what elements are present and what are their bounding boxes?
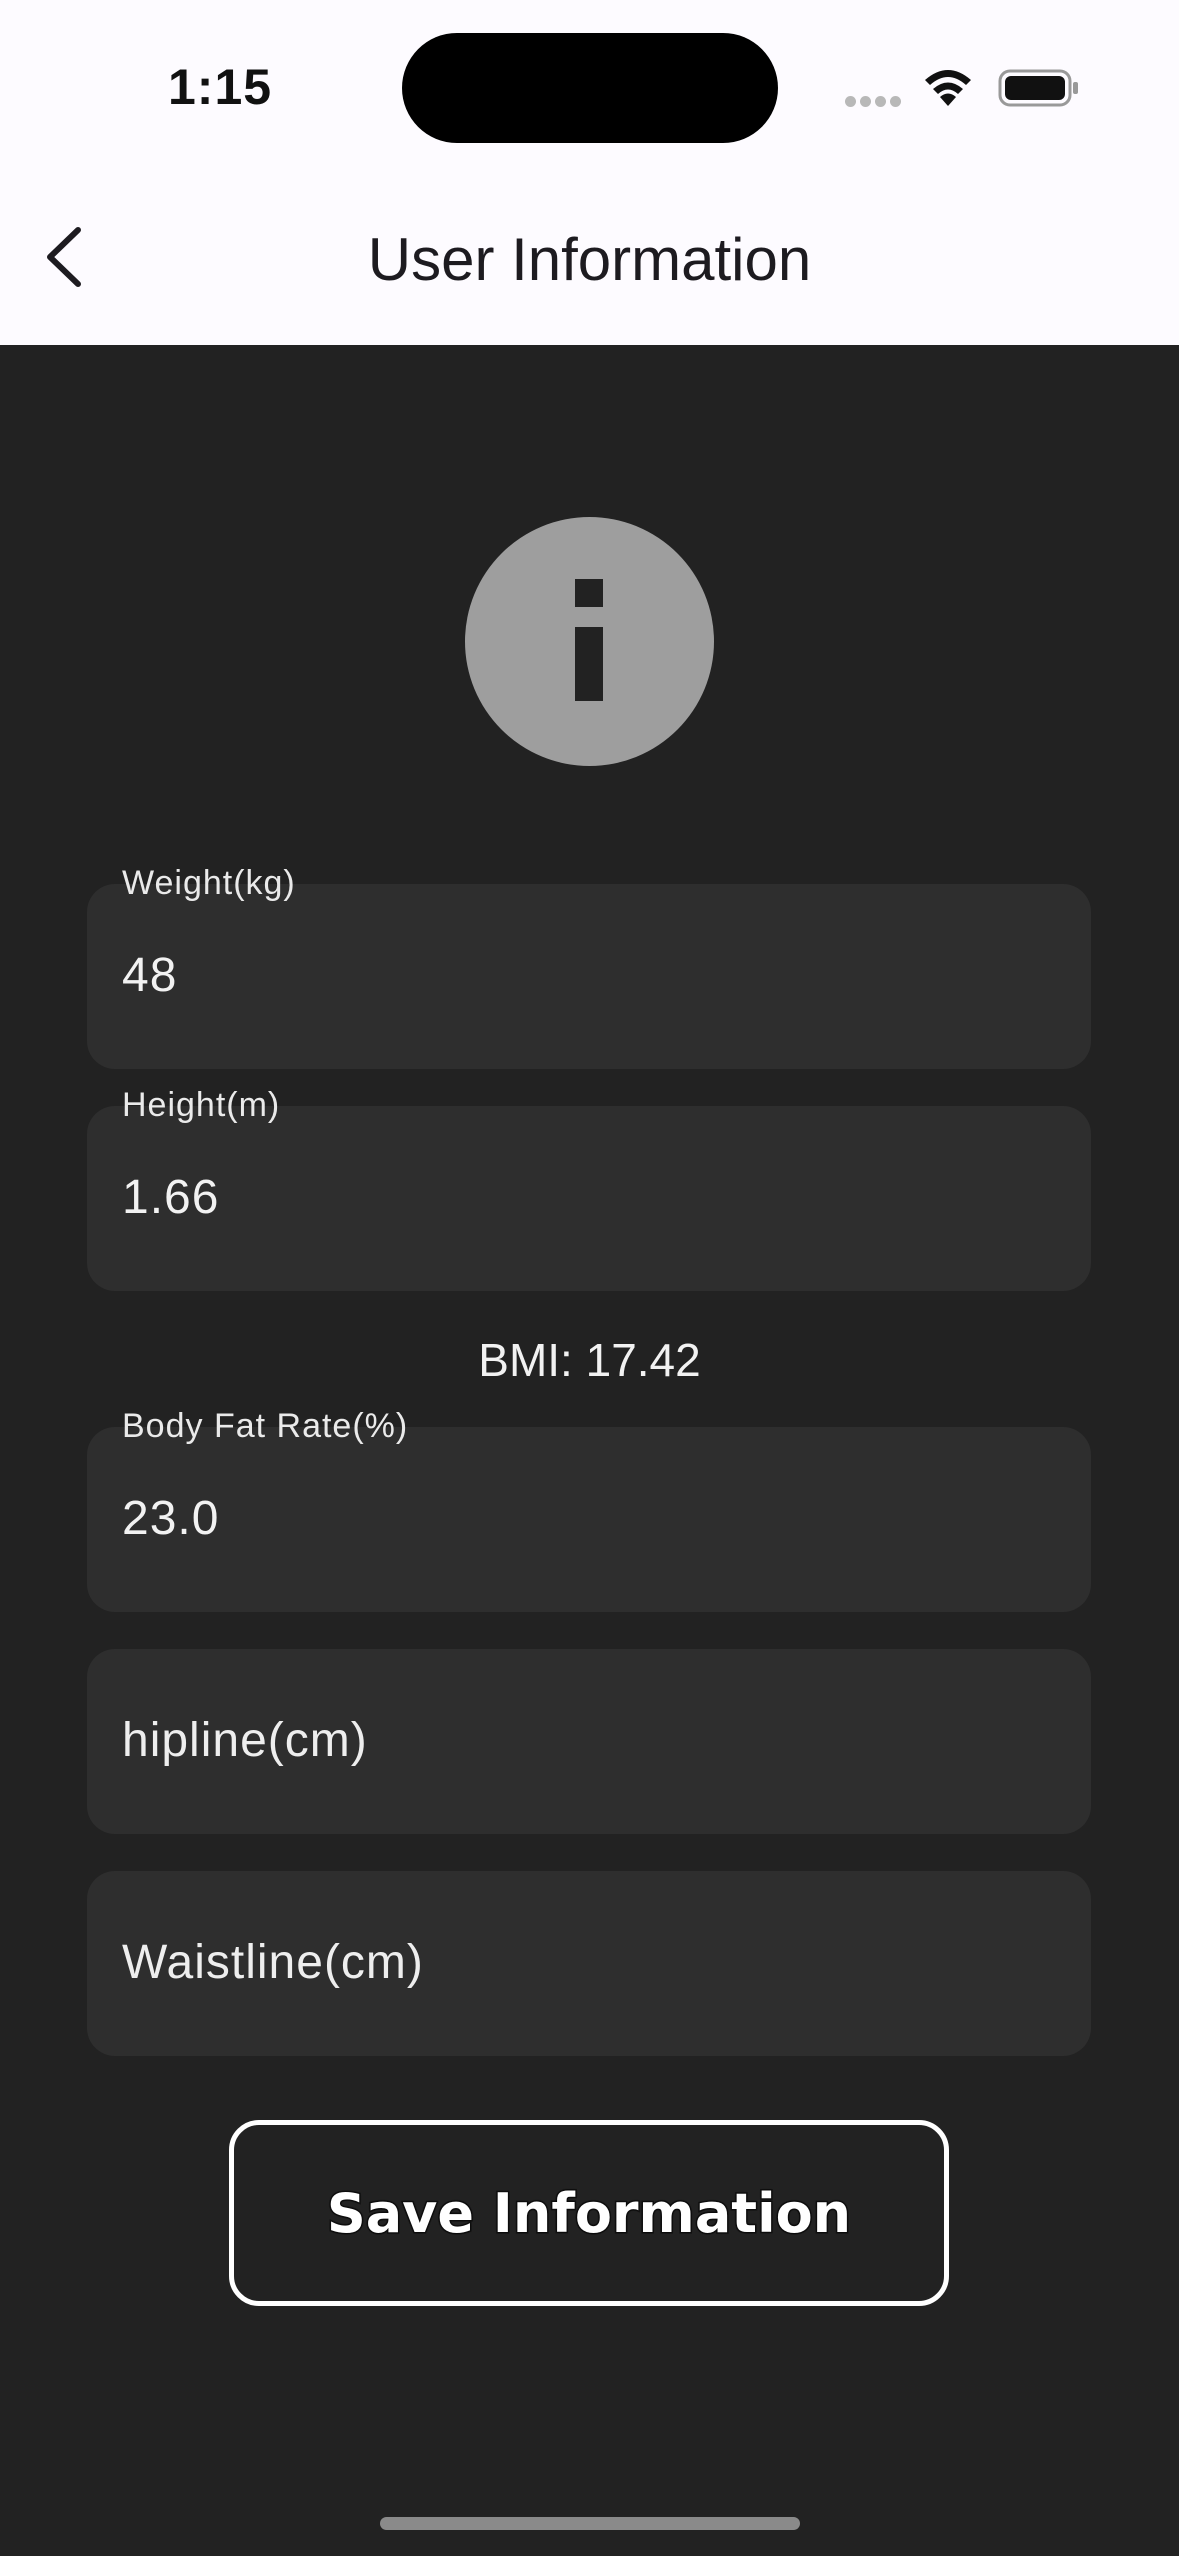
body-fat-label: Body Fat Rate(%) [122, 1407, 409, 1445]
bmi-text: BMI: 17.42 [478, 1334, 701, 1386]
hipline-field[interactable]: hipline(cm) [87, 1649, 1091, 1834]
body-fat-field[interactable]: 23.0 [87, 1427, 1091, 1612]
body-fat-value: 23.0 [122, 1492, 220, 1545]
height-field[interactable]: 1.66 [87, 1106, 1091, 1291]
weight-label: Weight(kg) [122, 864, 296, 902]
save-button-label: Save Information [325, 2180, 852, 2246]
top-bar: 1:15 User Information [0, 0, 1179, 345]
cellular-signal-icon [845, 94, 905, 107]
waistline-field[interactable]: Waistline(cm) [87, 1871, 1091, 2056]
height-value: 1.66 [122, 1171, 220, 1224]
weight-value: 48 [122, 949, 178, 1002]
waistline-placeholder: Waistline(cm) [122, 1936, 424, 1989]
wifi-icon [925, 70, 971, 106]
home-indicator[interactable] [380, 2517, 800, 2530]
save-information-button[interactable]: Save Information [229, 2120, 949, 2306]
info-icon [465, 517, 714, 766]
status-time: 1:15 [168, 59, 273, 115]
page-title: User Information [367, 226, 812, 293]
hipline-placeholder: hipline(cm) [122, 1714, 368, 1767]
battery-icon [998, 69, 1078, 107]
height-label: Height(m) [122, 1086, 281, 1124]
dynamic-island [402, 33, 778, 143]
weight-field[interactable]: 48 [87, 884, 1091, 1069]
